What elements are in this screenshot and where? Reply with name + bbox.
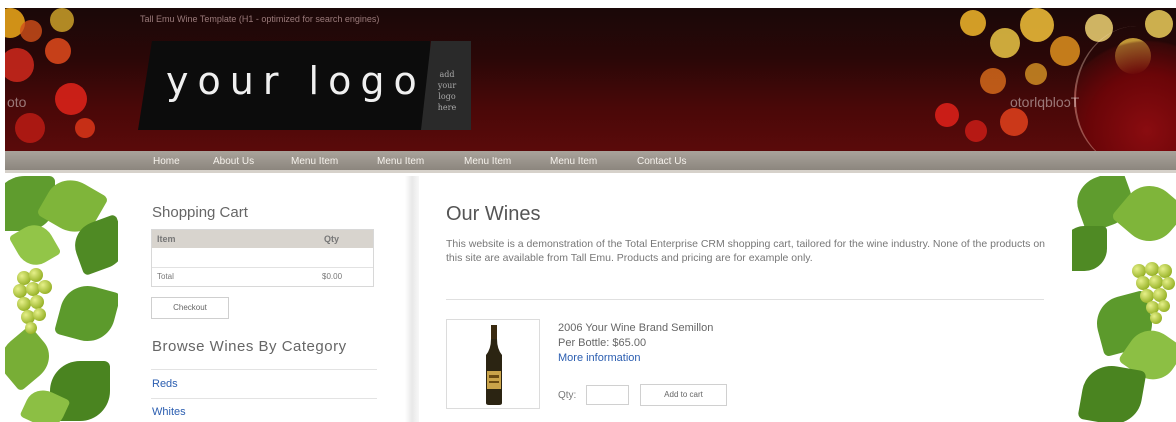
logo-side-text: add your logo here: [437, 70, 457, 112]
cart-total-row: Total $0.00: [152, 268, 373, 286]
grape: [17, 297, 31, 311]
cart-empty-row: [152, 248, 373, 268]
bokeh-light: [1020, 8, 1054, 42]
qty-label: Qty:: [558, 390, 577, 401]
wine-bottle-icon: [486, 325, 502, 405]
qty-input[interactable]: [586, 385, 629, 405]
bokeh-light: [990, 28, 1020, 58]
shopping-cart-title: Shopping Cart: [152, 204, 248, 221]
grape: [13, 284, 27, 298]
cart-total-value: $0.00: [322, 272, 343, 281]
browse-categories-title: Browse Wines By Category: [152, 338, 347, 355]
cart-table-header: Item Qty: [152, 230, 373, 248]
bokeh-light: [980, 68, 1006, 94]
bokeh-light: [1050, 36, 1080, 66]
grape: [33, 308, 46, 321]
leaf: [1077, 361, 1147, 422]
cart-col-qty: Qty: [324, 234, 340, 244]
product-image[interactable]: [446, 319, 540, 409]
grape: [1149, 275, 1163, 289]
product-name: 2006 Your Wine Brand Semillon: [558, 322, 714, 334]
sidebar: Shopping Cart Item Qty Total $0.00 Check…: [118, 176, 413, 422]
grape: [25, 322, 37, 334]
more-information-link[interactable]: More information: [558, 352, 641, 364]
bokeh-light: [1025, 63, 1047, 85]
bokeh-light: [45, 38, 71, 64]
intro-text: This website is a demonstration of the T…: [446, 238, 1046, 264]
column-divider: [405, 176, 419, 422]
main-nav: Home About Us Menu Item Menu Item Menu I…: [5, 151, 1176, 173]
bokeh-light: [935, 103, 959, 127]
product-price: Per Bottle: $65.00: [558, 337, 647, 349]
bokeh-light: [1000, 108, 1028, 136]
grape: [1158, 300, 1170, 312]
nav-item-menu-3[interactable]: Menu Item: [464, 156, 511, 167]
checkout-button[interactable]: Checkout: [151, 297, 229, 319]
category-link-reds[interactable]: Reds: [152, 378, 178, 390]
logo[interactable]: your logo add your logo here: [138, 41, 471, 130]
bokeh-light: [5, 48, 34, 82]
nav-item-menu-1[interactable]: Menu Item: [291, 156, 338, 167]
logo-text: your logo: [166, 59, 426, 103]
bokeh-light: [75, 118, 95, 138]
divider: [151, 398, 377, 399]
site-header: Tall Emu Wine Template (H1 - optimized f…: [5, 8, 1176, 151]
nav-item-home[interactable]: Home: [153, 156, 180, 167]
page-title: Our Wines: [446, 203, 541, 225]
grape: [1150, 312, 1162, 324]
watermark-right: otorlqbloɔT: [1010, 94, 1080, 110]
leaf: [53, 279, 118, 348]
bokeh-light: [965, 120, 987, 142]
leaf: [1072, 226, 1107, 271]
nav-item-menu-4[interactable]: Menu Item: [550, 156, 597, 167]
add-to-cart-button[interactable]: Add to cart: [640, 384, 727, 406]
cart-table: Item Qty Total $0.00: [151, 229, 374, 287]
bokeh-light: [15, 113, 45, 143]
grape: [1136, 276, 1150, 290]
grape: [1145, 262, 1159, 276]
category-link-whites[interactable]: Whites: [152, 406, 186, 418]
bokeh-light: [55, 83, 87, 115]
cart-col-item: Item: [157, 234, 176, 244]
nav-item-about-us[interactable]: About Us: [213, 156, 254, 167]
divider: [446, 299, 1044, 300]
grapevine-left-image: [5, 176, 118, 422]
nav-item-menu-2[interactable]: Menu Item: [377, 156, 424, 167]
grape: [38, 280, 52, 294]
grape: [30, 295, 44, 309]
watermark-left: oto: [7, 94, 27, 110]
wine-glass-image: [1074, 26, 1176, 151]
main-content: Our Wines This website is a demonstratio…: [419, 176, 1072, 422]
divider: [151, 369, 377, 370]
site-tagline: Tall Emu Wine Template (H1 - optimized f…: [140, 14, 380, 24]
grape: [1162, 277, 1175, 290]
grapevine-right-image: [1072, 176, 1176, 422]
bokeh-light: [50, 8, 74, 32]
bokeh-light: [20, 20, 42, 42]
nav-item-contact-us[interactable]: Contact Us: [637, 156, 686, 167]
bokeh-light: [960, 10, 986, 36]
cart-total-label: Total: [157, 272, 174, 281]
